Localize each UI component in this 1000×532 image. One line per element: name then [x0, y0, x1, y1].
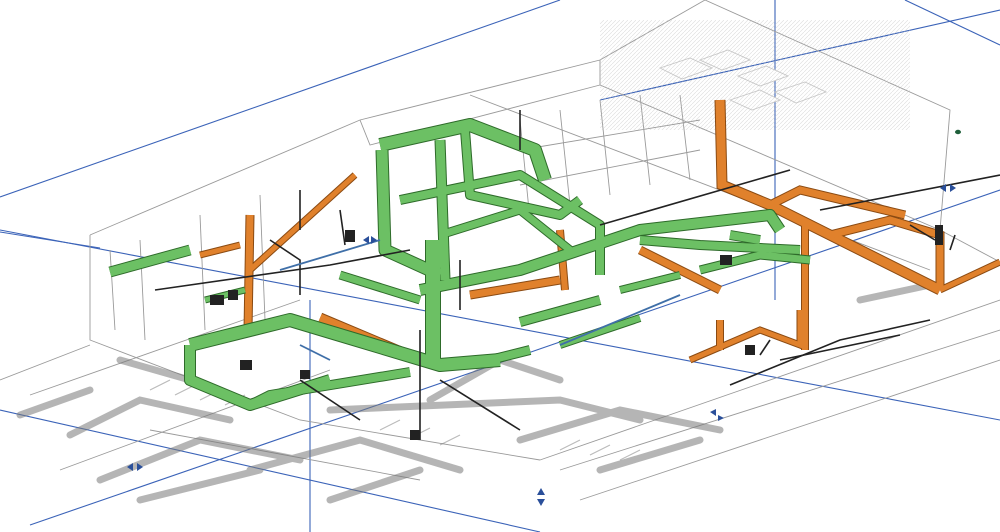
roof-equipment — [600, 20, 910, 130]
section-box-grip-bottom[interactable] — [537, 488, 545, 506]
mep-3d-model-view[interactable] — [0, 0, 1000, 532]
ground-shadows — [16, 281, 934, 504]
section-box-grip-bottom-center[interactable] — [710, 409, 724, 421]
3d-model-viewport[interactable] — [0, 0, 1000, 532]
orbit-point-icon[interactable] — [955, 129, 961, 135]
